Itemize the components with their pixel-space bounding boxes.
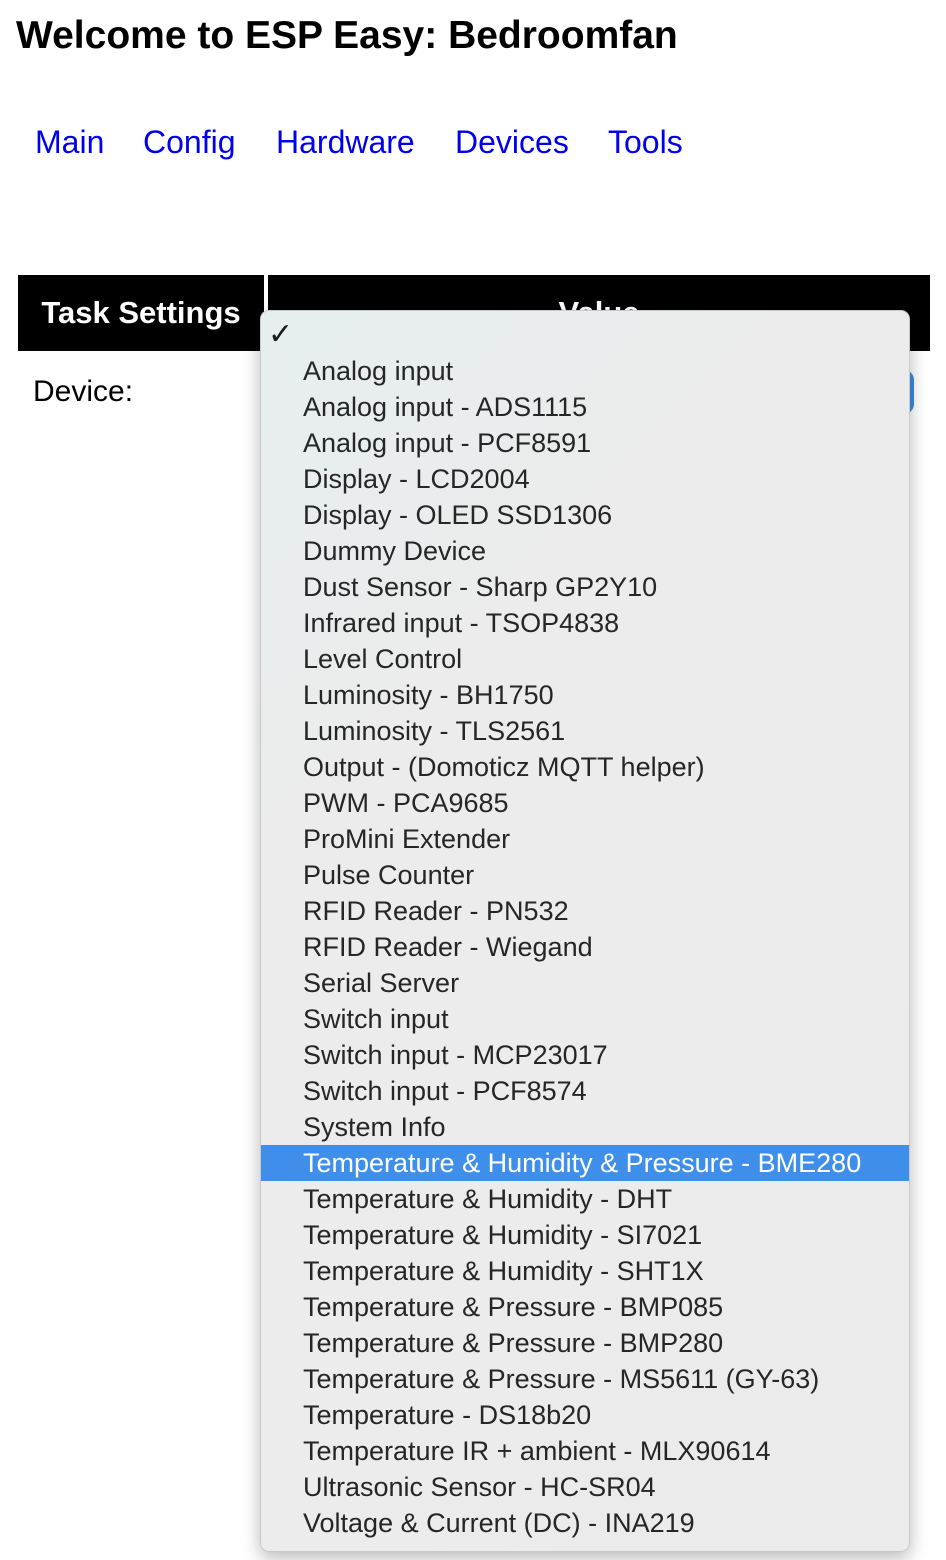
device-option[interactable]: Temperature - DS18b20 bbox=[261, 1397, 909, 1433]
page-title: Welcome to ESP Easy: Bedroomfan bbox=[16, 14, 678, 57]
main-nav: Main Config Hardware Devices Tools bbox=[0, 124, 946, 168]
nav-link-config[interactable]: Config bbox=[143, 124, 236, 161]
device-option[interactable]: Dummy Device bbox=[261, 533, 909, 569]
device-option[interactable]: Output - (Domoticz MQTT helper) bbox=[261, 749, 909, 785]
device-option[interactable]: Switch input - PCF8574 bbox=[261, 1073, 909, 1109]
device-options-list: Analog input Analog input - ADS1115 Analog… bbox=[261, 353, 909, 1541]
device-option[interactable]: Display - OLED SSD1306 bbox=[261, 497, 909, 533]
device-option[interactable]: Temperature & Pressure - BMP085 bbox=[261, 1289, 909, 1325]
device-option[interactable]: Temperature & Pressure - BMP280 bbox=[261, 1325, 909, 1361]
device-option[interactable]: Analog input - ADS1115 bbox=[261, 389, 909, 425]
table-header-task-settings: Task Settings bbox=[18, 275, 264, 351]
device-option[interactable]: RFID Reader - PN532 bbox=[261, 893, 909, 929]
device-option[interactable]: Temperature IR + ambient - MLX90614 bbox=[261, 1433, 909, 1469]
device-option[interactable]: Voltage & Current (DC) - INA219 bbox=[261, 1505, 909, 1541]
device-dropdown-menu[interactable]: ✓ Analog input Analog input - ADS1115 Anal… bbox=[260, 310, 910, 1552]
device-option[interactable]: ProMini Extender bbox=[261, 821, 909, 857]
nav-link-hardware[interactable]: Hardware bbox=[276, 124, 415, 161]
device-option[interactable]: Infrared input - TSOP4838 bbox=[261, 605, 909, 641]
device-option[interactable]: Temperature & Humidity - SI7021 bbox=[261, 1217, 909, 1253]
device-option[interactable]: Temperature & Pressure - MS5611 (GY-63) bbox=[261, 1361, 909, 1397]
device-option[interactable]: Luminosity - TLS2561 bbox=[261, 713, 909, 749]
device-option[interactable]: Temperature & Humidity - SHT1X bbox=[261, 1253, 909, 1289]
device-label: Device: bbox=[33, 375, 134, 408]
device-option[interactable]: Display - LCD2004 bbox=[261, 461, 909, 497]
device-option[interactable]: Ultrasonic Sensor - HC-SR04 bbox=[261, 1469, 909, 1505]
device-option[interactable]: Switch input bbox=[261, 1001, 909, 1037]
device-option[interactable]: RFID Reader - Wiegand bbox=[261, 929, 909, 965]
device-option[interactable]: Pulse Counter bbox=[261, 857, 909, 893]
nav-link-main[interactable]: Main bbox=[35, 124, 104, 161]
checkmark-icon: ✓ bbox=[268, 318, 294, 351]
device-option[interactable]: Luminosity - BH1750 bbox=[261, 677, 909, 713]
nav-link-devices[interactable]: Devices bbox=[455, 124, 569, 161]
device-option[interactable]: System Info bbox=[261, 1109, 909, 1145]
device-option[interactable]: Dust Sensor - Sharp GP2Y10 bbox=[261, 569, 909, 605]
nav-link-tools[interactable]: Tools bbox=[608, 124, 683, 161]
device-option[interactable]: Temperature & Humidity - DHT bbox=[261, 1181, 909, 1217]
device-option[interactable]: Analog input bbox=[261, 353, 909, 389]
device-option[interactable]: Analog input - PCF8591 bbox=[261, 425, 909, 461]
device-option[interactable]: Switch input - MCP23017 bbox=[261, 1037, 909, 1073]
device-option[interactable]: PWM - PCA9685 bbox=[261, 785, 909, 821]
device-option[interactable]: Temperature & Humidity & Pressure - BME2… bbox=[261, 1145, 909, 1181]
device-option[interactable]: Serial Server bbox=[261, 965, 909, 1001]
device-option[interactable]: Level Control bbox=[261, 641, 909, 677]
